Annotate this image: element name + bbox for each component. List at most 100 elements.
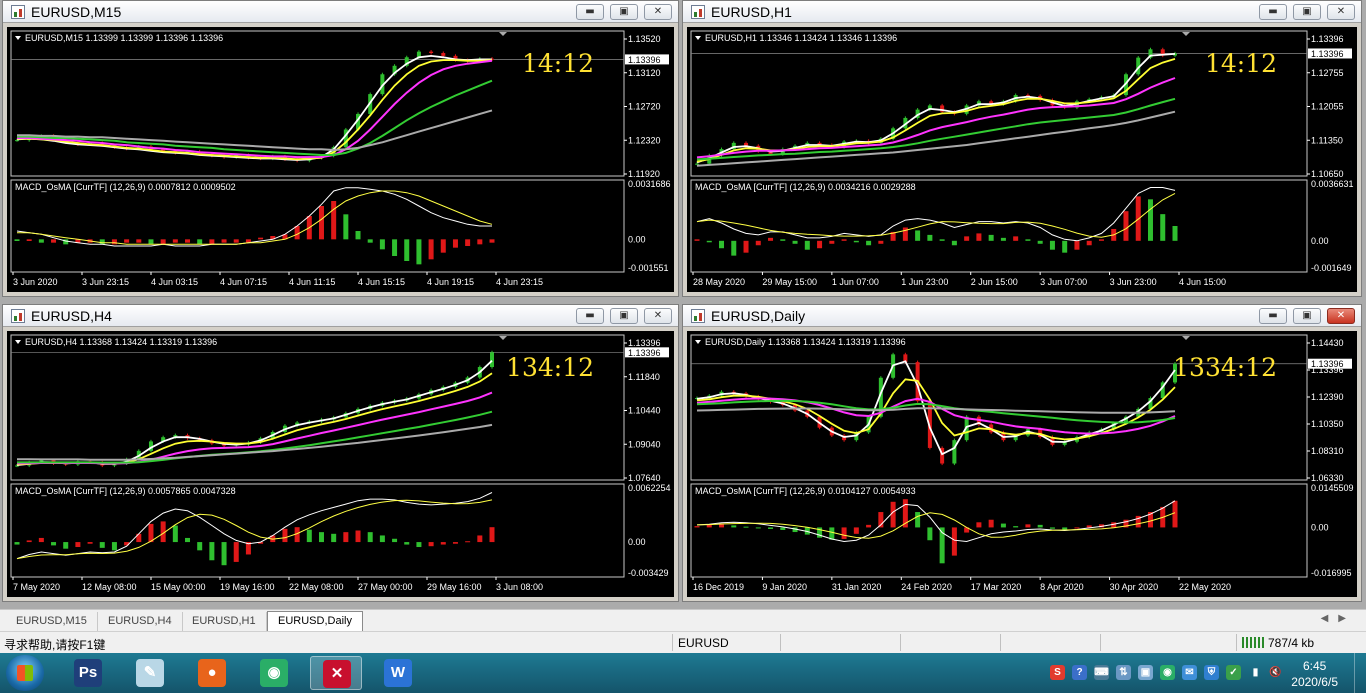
window-titlebar[interactable]: EURUSD,M15 ▬ ▣ ✕ [3, 1, 678, 23]
chart-window-icon [691, 5, 705, 19]
candle-timer-label: 134:12 [506, 353, 594, 382]
osma-histogram-bar [706, 524, 712, 528]
chat-tray-icon[interactable]: ✉ [1182, 665, 1197, 680]
time-axis-label: 31 Jan 2020 [832, 582, 882, 592]
osma-histogram-bar [172, 239, 178, 243]
signal-line [17, 190, 493, 245]
chart-area[interactable]: EURUSD,M15 1.13399 1.13399 1.13396 1.133… [7, 27, 674, 292]
minimize-button[interactable]: ▬ [576, 4, 604, 20]
window-title: EURUSD,Daily [711, 308, 806, 324]
tab-scroll-arrows[interactable]: ◀▶ [1321, 613, 1356, 624]
osma-histogram-bar [1025, 524, 1031, 528]
osma-histogram-bar [465, 239, 471, 246]
network-share-icon[interactable]: ⇅ [1116, 665, 1131, 680]
device-icon[interactable]: ▣ [1138, 665, 1153, 680]
tab-eurusd-m15[interactable]: EURUSD,M15 [6, 612, 98, 631]
chart-shift-marker[interactable] [499, 32, 507, 36]
tab-eurusd-daily[interactable]: EURUSD,Daily [267, 611, 363, 631]
price-axis-label: 1.10650 [1311, 169, 1344, 179]
price-chart-svg[interactable]: EURUSD,M15 1.13399 1.13399 1.13396 1.133… [7, 27, 672, 290]
sogou-ime-icon[interactable]: S [1050, 665, 1065, 680]
chart-window-eurusd-daily[interactable]: EURUSD,Daily ▬ ▣ ✕ EURUSD,Daily 1.13368 1.13… [682, 304, 1362, 602]
osma-histogram-bar [927, 527, 933, 541]
window-titlebar[interactable]: EURUSD,H1 ▬ ▣ ✕ [683, 1, 1361, 23]
close-button[interactable]: ✕ [644, 4, 672, 20]
osma-histogram-bar [38, 239, 44, 243]
tab-eurusd-h4[interactable]: EURUSD,H4 [98, 612, 183, 631]
price-chart-svg[interactable]: EURUSD,H1 1.13346 1.13424 1.13346 1.1339… [687, 27, 1355, 290]
osma-histogram-bar [780, 239, 786, 241]
maximize-button[interactable]: ▣ [1293, 308, 1321, 324]
osma-histogram-bar [1037, 240, 1043, 244]
time-axis-label: 9 Jan 2020 [762, 582, 807, 592]
osma-histogram-bar [1074, 240, 1080, 250]
time-axis-label: 4 Jun 19:15 [427, 277, 474, 287]
chart-area[interactable]: EURUSD,H4 1.13368 1.13424 1.13319 1.1339… [7, 331, 674, 597]
chart-menu-triangle-icon[interactable] [695, 36, 701, 40]
volume-muted-icon[interactable]: 🔇 [1268, 665, 1283, 680]
taskbar-app-photoshop[interactable]: Ps [62, 656, 114, 690]
taskbar-app-firefox[interactable]: ● [186, 656, 238, 690]
antivirus-icon[interactable]: ✓ [1226, 665, 1241, 680]
osma-histogram-bar [63, 542, 69, 549]
maximize-button[interactable]: ▣ [1293, 4, 1321, 20]
chart-shift-marker[interactable] [1182, 32, 1190, 36]
chart-menu-triangle-icon[interactable] [695, 340, 701, 344]
signal-icon[interactable]: ▮ [1248, 665, 1263, 680]
keyboard-icon[interactable]: ⌨ [1094, 665, 1109, 680]
chart-window-eurusd-h1[interactable]: EURUSD,H1 ▬ ▣ ✕ EURUSD,H1 1.13346 1.13424 1.… [682, 0, 1362, 297]
indicator-pane-frame [690, 179, 1308, 273]
chart-shift-marker[interactable] [1182, 336, 1190, 340]
osma-histogram-bar [743, 240, 749, 253]
chart-window-eurusd-h4[interactable]: EURUSD,H4 ▬ ▣ ✕ EURUSD,H4 1.13368 1.13424 1.… [2, 304, 679, 602]
osma-histogram-bar [1049, 527, 1055, 529]
osma-histogram-bar [927, 234, 933, 241]
chart-area[interactable]: EURUSD,H1 1.13346 1.13424 1.13346 1.1339… [687, 27, 1357, 292]
close-button[interactable]: ✕ [644, 308, 672, 324]
start-button[interactable] [6, 655, 44, 691]
taskbar-app-paint[interactable]: ✎ [124, 656, 176, 690]
price-axis-label: 1.07640 [628, 473, 661, 483]
window-titlebar[interactable]: EURUSD,Daily ▬ ▣ ✕ [683, 305, 1361, 327]
indicator-axis-label: 0.00 [628, 234, 646, 244]
indicator-axis-label: 0.00 [1311, 236, 1329, 246]
candle-timer-label: 14:12 [1205, 49, 1277, 78]
minimize-button[interactable]: ▬ [1259, 308, 1287, 324]
osma-histogram-bar [1049, 240, 1055, 250]
chart-shift-marker[interactable] [499, 336, 507, 340]
osma-histogram-bar [233, 239, 239, 243]
show-desktop-button[interactable] [1354, 653, 1366, 693]
osma-histogram-bar [755, 527, 761, 529]
maximize-button[interactable]: ▣ [610, 308, 638, 324]
minimize-button[interactable]: ▬ [1259, 4, 1287, 20]
osma-histogram-bar [379, 239, 385, 250]
security-shield-icon[interactable]: ⛨ [1204, 665, 1219, 680]
osma-histogram-bar [719, 240, 725, 249]
help-icon[interactable]: ? [1072, 665, 1087, 680]
taskbar-app-wechat[interactable]: ◉ [248, 656, 300, 690]
minimize-button[interactable]: ▬ [576, 308, 604, 324]
close-button[interactable]: ✕ [1327, 308, 1355, 324]
price-chart-svg[interactable]: EURUSD,Daily 1.13368 1.13424 1.13319 1.1… [687, 331, 1355, 595]
tab-eurusd-h1[interactable]: EURUSD,H1 [182, 612, 267, 631]
window-titlebar[interactable]: EURUSD,H4 ▬ ▣ ✕ [3, 305, 678, 327]
indicator-pane-frame [10, 179, 625, 273]
chart-menu-triangle-icon[interactable] [15, 340, 21, 344]
chart-menu-triangle-icon[interactable] [15, 36, 21, 40]
osma-histogram-bar [148, 239, 154, 245]
chart-window-eurusd-m15[interactable]: EURUSD,M15 ▬ ▣ ✕ EURUSD,M15 1.13399 1.13399 … [2, 0, 679, 297]
osma-histogram-bar [1013, 526, 1019, 528]
price-chart-svg[interactable]: EURUSD,H4 1.13368 1.13424 1.13319 1.1339… [7, 331, 672, 595]
osma-histogram-bar [1172, 226, 1178, 241]
taskbar-app-wps[interactable]: W [372, 656, 424, 690]
close-button[interactable]: ✕ [1327, 4, 1355, 20]
taskbar-app-metatrader[interactable]: ✕ [310, 656, 362, 690]
osma-histogram-bar [1062, 527, 1068, 530]
chart-area[interactable]: EURUSD,Daily 1.13368 1.13424 1.13319 1.1… [687, 331, 1357, 597]
moving-average-line-3 [17, 59, 493, 159]
clock-date: 2020/6/5 [1291, 675, 1338, 689]
taskbar-clock[interactable]: 6:45 2020/6/5 [1291, 658, 1338, 690]
price-axis-label: 1.06330 [1311, 473, 1344, 483]
wechat-tray-icon[interactable]: ◉ [1160, 665, 1175, 680]
maximize-button[interactable]: ▣ [610, 4, 638, 20]
